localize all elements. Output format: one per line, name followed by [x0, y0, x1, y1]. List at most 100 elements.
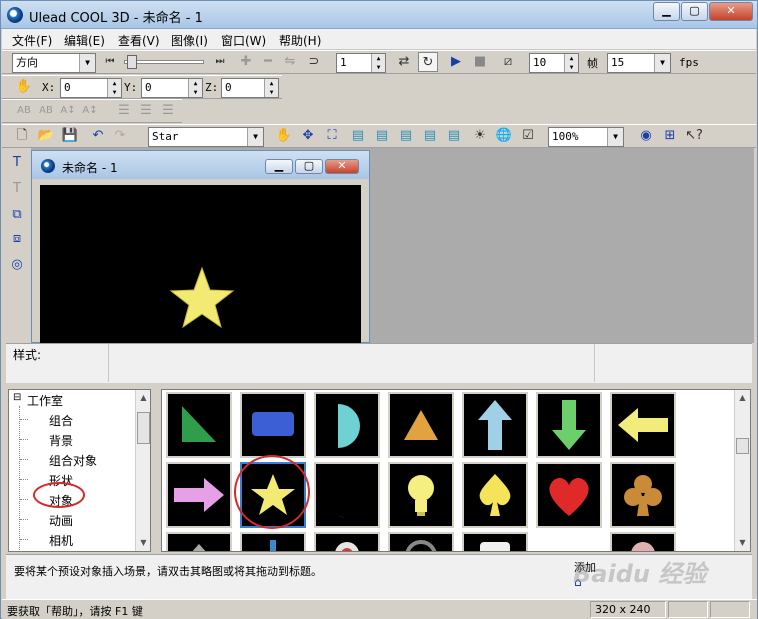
timeline-slider[interactable] — [124, 55, 204, 69]
thumbnail-half-circle[interactable] — [314, 392, 380, 458]
total-frames-spinner[interactable]: 10 ▲ ▼ — [529, 53, 579, 73]
remove-keyframe-icon[interactable]: ━ — [258, 52, 278, 72]
hand-tool-icon[interactable]: ✋ — [274, 126, 294, 146]
object-combo[interactable]: Star ▼ — [148, 127, 264, 147]
spinner-arrows-icon[interactable]: ▲ ▼ — [264, 79, 278, 97]
spinner-arrows-icon[interactable]: ▲ ▼ — [371, 54, 385, 72]
thumbnail-triangle-right[interactable] — [166, 392, 232, 458]
menu-window[interactable]: 窗口(W) — [221, 32, 266, 49]
text-spacing-icon[interactable]: A↕ — [58, 101, 78, 121]
spinner-arrows-icon[interactable]: ▲ ▼ — [188, 79, 202, 97]
scroll-down-icon[interactable]: ▼ — [136, 535, 150, 551]
insert-geometry-icon[interactable]: ◎ — [7, 255, 27, 275]
z-spinner[interactable]: 0 ▲ ▼ — [221, 78, 279, 98]
globe-icon[interactable]: 🌐 — [494, 126, 514, 146]
text-bold-icon[interactable]: AB — [14, 101, 34, 121]
text-italic-icon[interactable]: AB — [36, 101, 56, 121]
maximize-button[interactable]: ▢ — [681, 2, 708, 21]
doc-maximize-button[interactable]: ▢ — [295, 159, 323, 174]
menu-help[interactable]: 帮助(H) — [279, 32, 321, 49]
doc-close-button[interactable]: ✕ — [325, 159, 359, 174]
loop-back-icon[interactable]: ⊃ — [304, 52, 324, 72]
frame-number-spinner[interactable]: 1 ▲ ▼ — [336, 53, 386, 73]
repeat-icon[interactable]: ↻ — [418, 52, 438, 72]
tree-root-studio[interactable]: 工作室 — [27, 392, 63, 409]
menu-file[interactable]: 文件(F) — [12, 32, 52, 49]
align-right-icon[interactable]: ☰ — [158, 101, 178, 121]
spinner-arrows-icon[interactable]: ▲ ▼ — [107, 79, 121, 97]
view-wire-icon[interactable]: ▤ — [444, 126, 464, 146]
align-left-icon[interactable]: ☰ — [114, 101, 134, 121]
canvas-star-object[interactable] — [40, 185, 361, 344]
thumbnail-arrow-down[interactable] — [536, 392, 602, 458]
rotate-tool-icon[interactable]: ✥ — [298, 126, 318, 146]
menu-image[interactable]: 图像(I) — [171, 32, 208, 49]
scroll-up-icon[interactable]: ▲ — [136, 390, 150, 406]
tree-item-group-object[interactable]: 组合对象 — [49, 452, 97, 469]
gallery-scrollbar[interactable]: ▲ ▼ — [734, 390, 750, 551]
tree-item-group[interactable]: 组合 — [49, 412, 73, 429]
view-side-icon[interactable]: ▤ — [372, 126, 392, 146]
browser-preview-icon[interactable]: ⊞ — [660, 126, 680, 146]
thumbnail-partial-4[interactable] — [388, 532, 454, 551]
light-icon[interactable]: ☀ — [470, 126, 490, 146]
redo-icon[interactable]: ↷ — [110, 126, 130, 146]
thumbnail-club[interactable] — [610, 462, 676, 528]
close-button[interactable]: ✕ — [709, 2, 753, 21]
new-file-icon[interactable]: 🗋 — [12, 126, 32, 146]
play-icon[interactable]: ▶ — [446, 52, 466, 72]
thumbnail-partial-2[interactable] — [240, 532, 306, 551]
tree-scroll-thumb[interactable] — [137, 412, 150, 444]
tree-scrollbar[interactable]: ▲ ▼ — [135, 390, 150, 551]
loop-icon[interactable]: ⇄ — [394, 52, 414, 72]
tree-item-camera[interactable]: 相机 — [49, 532, 73, 549]
y-spinner[interactable]: 0 ▲ ▼ — [141, 78, 203, 98]
edit-graphic-icon[interactable]: ⧈ — [7, 229, 27, 249]
menu-edit[interactable]: 编辑(E) — [64, 32, 105, 49]
add-keyframe-icon[interactable]: ✚ — [236, 52, 256, 72]
edit-text-icon[interactable]: T — [7, 179, 27, 199]
view-front-icon[interactable]: ▤ — [348, 126, 368, 146]
open-file-icon[interactable]: 📂 — [36, 126, 56, 146]
view-top-icon[interactable]: ▤ — [396, 126, 416, 146]
insert-text-icon[interactable]: T — [7, 153, 27, 173]
view-perspective-icon[interactable]: ▤ — [420, 126, 440, 146]
minimize-button[interactable]: ▁ — [653, 2, 680, 21]
move-object-icon[interactable]: ✋ — [14, 77, 34, 97]
preview-icon[interactable]: ◉ — [636, 126, 656, 146]
thumbnail-light-bulb[interactable] — [388, 462, 454, 528]
first-frame-icon[interactable]: ⏮ — [102, 52, 118, 72]
thumbnail-partial-6[interactable] — [610, 532, 676, 551]
tree-collapse-icon[interactable]: ⊟ — [13, 392, 21, 403]
line-spacing-icon[interactable]: A↕ — [80, 101, 100, 121]
doc-minimize-button[interactable]: ▁ — [265, 159, 293, 174]
x-spinner[interactable]: 0 ▲ ▼ — [60, 78, 122, 98]
zoom-combo[interactable]: 100% ▼ — [548, 127, 624, 147]
thumbnail-crescent-moon[interactable] — [314, 462, 380, 528]
thumbnail-triangle[interactable] — [388, 392, 454, 458]
fps-combo[interactable]: 15 ▼ — [607, 53, 671, 73]
thumbnail-partial-1[interactable] — [166, 532, 232, 551]
smooth-motion-icon[interactable]: ⧄ — [498, 52, 518, 72]
fit-view-icon[interactable]: ⛶ — [322, 126, 342, 146]
scroll-down-icon[interactable]: ▼ — [735, 535, 750, 551]
menu-view[interactable]: 查看(V) — [118, 32, 160, 49]
thumbnail-heart[interactable] — [536, 462, 602, 528]
timeline-thumb[interactable] — [127, 55, 137, 69]
tree-item-background[interactable]: 背景 — [49, 432, 73, 449]
check-box-icon[interactable]: ☑ — [518, 126, 538, 146]
thumbnail-partial-3[interactable] — [314, 532, 380, 551]
undo-icon[interactable]: ↶ — [88, 126, 108, 146]
thumbnail-arrow-left[interactable] — [610, 392, 676, 458]
align-center-icon[interactable]: ☰ — [136, 101, 156, 121]
thumbnail-arrow-right[interactable] — [166, 462, 232, 528]
scroll-up-icon[interactable]: ▲ — [735, 390, 750, 406]
thumbnail-rounded-rect[interactable] — [240, 392, 306, 458]
render-canvas[interactable] — [40, 185, 361, 344]
direction-combo[interactable]: 方向 ▼ — [12, 53, 96, 73]
thumbnail-partial-5[interactable] — [462, 532, 528, 551]
last-frame-icon[interactable]: ⏭ — [212, 52, 228, 72]
context-help-icon[interactable]: ↖? — [684, 126, 704, 146]
tree-item-animation[interactable]: 动画 — [49, 512, 73, 529]
thumbnail-spade[interactable] — [462, 462, 528, 528]
